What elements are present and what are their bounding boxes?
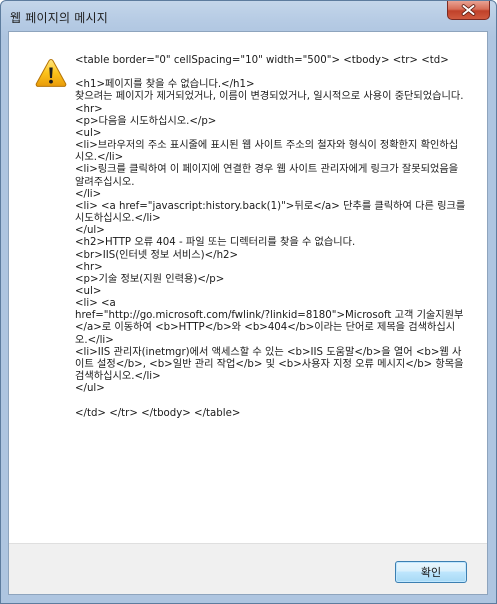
close-icon [461, 4, 476, 16]
close-button[interactable] [447, 1, 490, 20]
ok-button[interactable]: 확인 [395, 561, 467, 583]
window-title: 웹 페이지의 메시지 [10, 11, 108, 25]
title-bar[interactable]: 웹 페이지의 메시지 [1, 1, 496, 33]
message-area: <table border="0" cellSpacing="10" width… [9, 32, 487, 543]
warning-icon [35, 58, 67, 87]
message-text: <table border="0" cellSpacing="10" width… [75, 55, 466, 419]
button-bar: 확인 [9, 543, 487, 594]
message-dialog-window: 웹 페이지의 메시지 <table border="0" cellSpacing… [0, 0, 497, 604]
dialog-client-area: <table border="0" cellSpacing="10" width… [8, 31, 488, 595]
